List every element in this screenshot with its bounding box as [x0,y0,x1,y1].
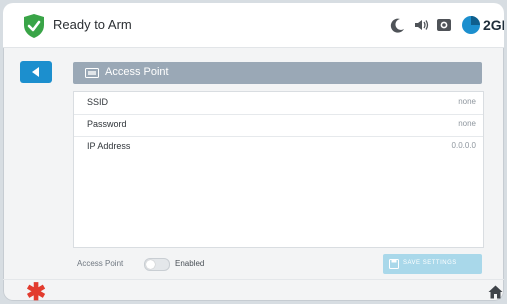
brand-text: 2GIG [483,17,504,33]
footer-divider [3,279,504,280]
field-value: none [458,119,476,128]
settings-panel: SSID none Password none IP Address 0.0.0… [73,91,484,248]
screen: Ready to Arm 2GIG [3,3,504,301]
back-arrow-icon [32,67,39,77]
field-label: SSID [87,97,109,107]
field-row-password: Password none [74,114,483,137]
save-settings-button[interactable]: SAVE SETTINGS [383,254,482,274]
field-label: IP Address [87,141,131,151]
access-point-toggle[interactable] [144,258,170,271]
section-header: Access Point [73,62,482,84]
save-icon [389,259,399,269]
moon-icon[interactable] [389,16,407,34]
camera-icon[interactable] [435,16,453,34]
status-bar: Ready to Arm 2GIG [3,3,504,48]
access-point-toggle-label: Access Point [77,259,124,268]
field-value: none [458,97,476,106]
volume-icon[interactable] [412,16,430,34]
shield-check-icon [24,14,44,38]
toggle-state-label: Enabled [175,259,205,268]
brand-logo-icon [462,16,480,34]
brand-logo: 2GIG [461,14,504,36]
field-label: Password [87,119,127,129]
field-row-ip-address: IP Address 0.0.0.0 [74,136,483,158]
access-point-icon [85,68,99,78]
toggle-knob [146,260,155,269]
field-value: 0.0.0.0 [451,141,476,150]
emergency-asterisk-icon[interactable]: ✱ [26,281,46,302]
home-icon[interactable] [488,285,503,299]
system-status-text[interactable]: Ready to Arm [53,17,132,32]
save-settings-label: SAVE SETTINGS [403,260,457,266]
back-button[interactable] [20,61,52,83]
page-title: Access Point [105,66,169,78]
field-row-ssid: SSID none [74,92,483,115]
